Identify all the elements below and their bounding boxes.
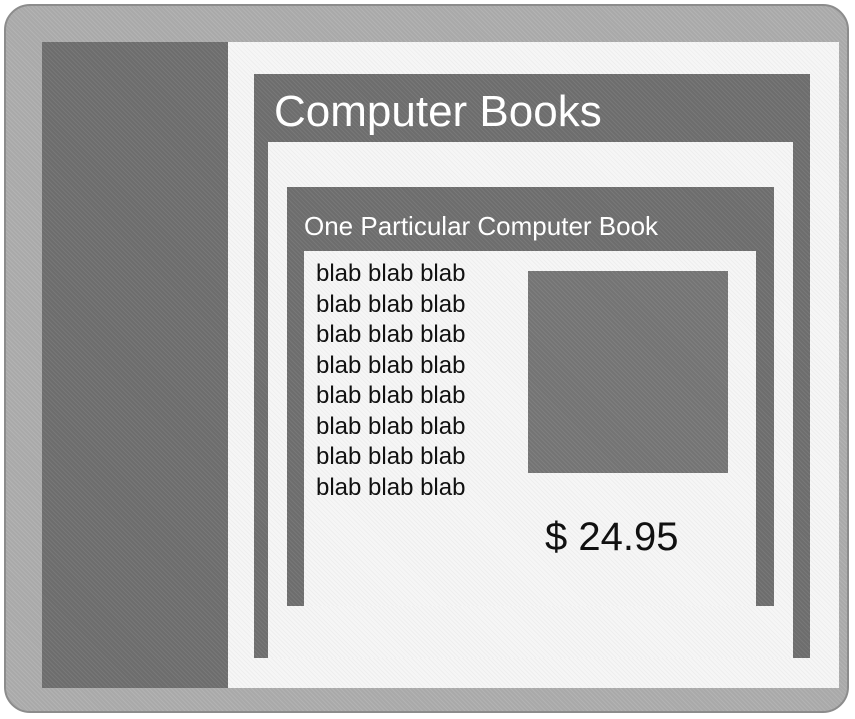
book-panel: One Particular Computer Book blab blab b… — [287, 187, 774, 606]
book-price: $ 24.95 — [545, 515, 679, 559]
book-title[interactable]: One Particular Computer Book — [304, 213, 658, 239]
book-description: blab blab blab blab blab blab blab blab … — [316, 259, 526, 503]
description-line: blab blab blab — [316, 290, 466, 318]
description-line: blab blab blab — [316, 412, 466, 440]
book-details: blab blab blab blab blab blab blab blab … — [304, 251, 756, 606]
category-title: Computer Books — [274, 87, 602, 136]
description-line: blab blab blab — [316, 260, 466, 287]
sidebar — [42, 42, 228, 688]
description-line: blab blab blab — [316, 443, 466, 470]
book-cover-image[interactable] — [528, 271, 728, 473]
category-panel: Computer Books One Particular Computer B… — [254, 74, 810, 658]
description-line: blab blab blab — [316, 321, 466, 348]
description-line: blab blab blab — [316, 351, 466, 379]
description-line: blab blab blab — [316, 382, 466, 409]
description-line: blab blab blab — [316, 473, 466, 501]
